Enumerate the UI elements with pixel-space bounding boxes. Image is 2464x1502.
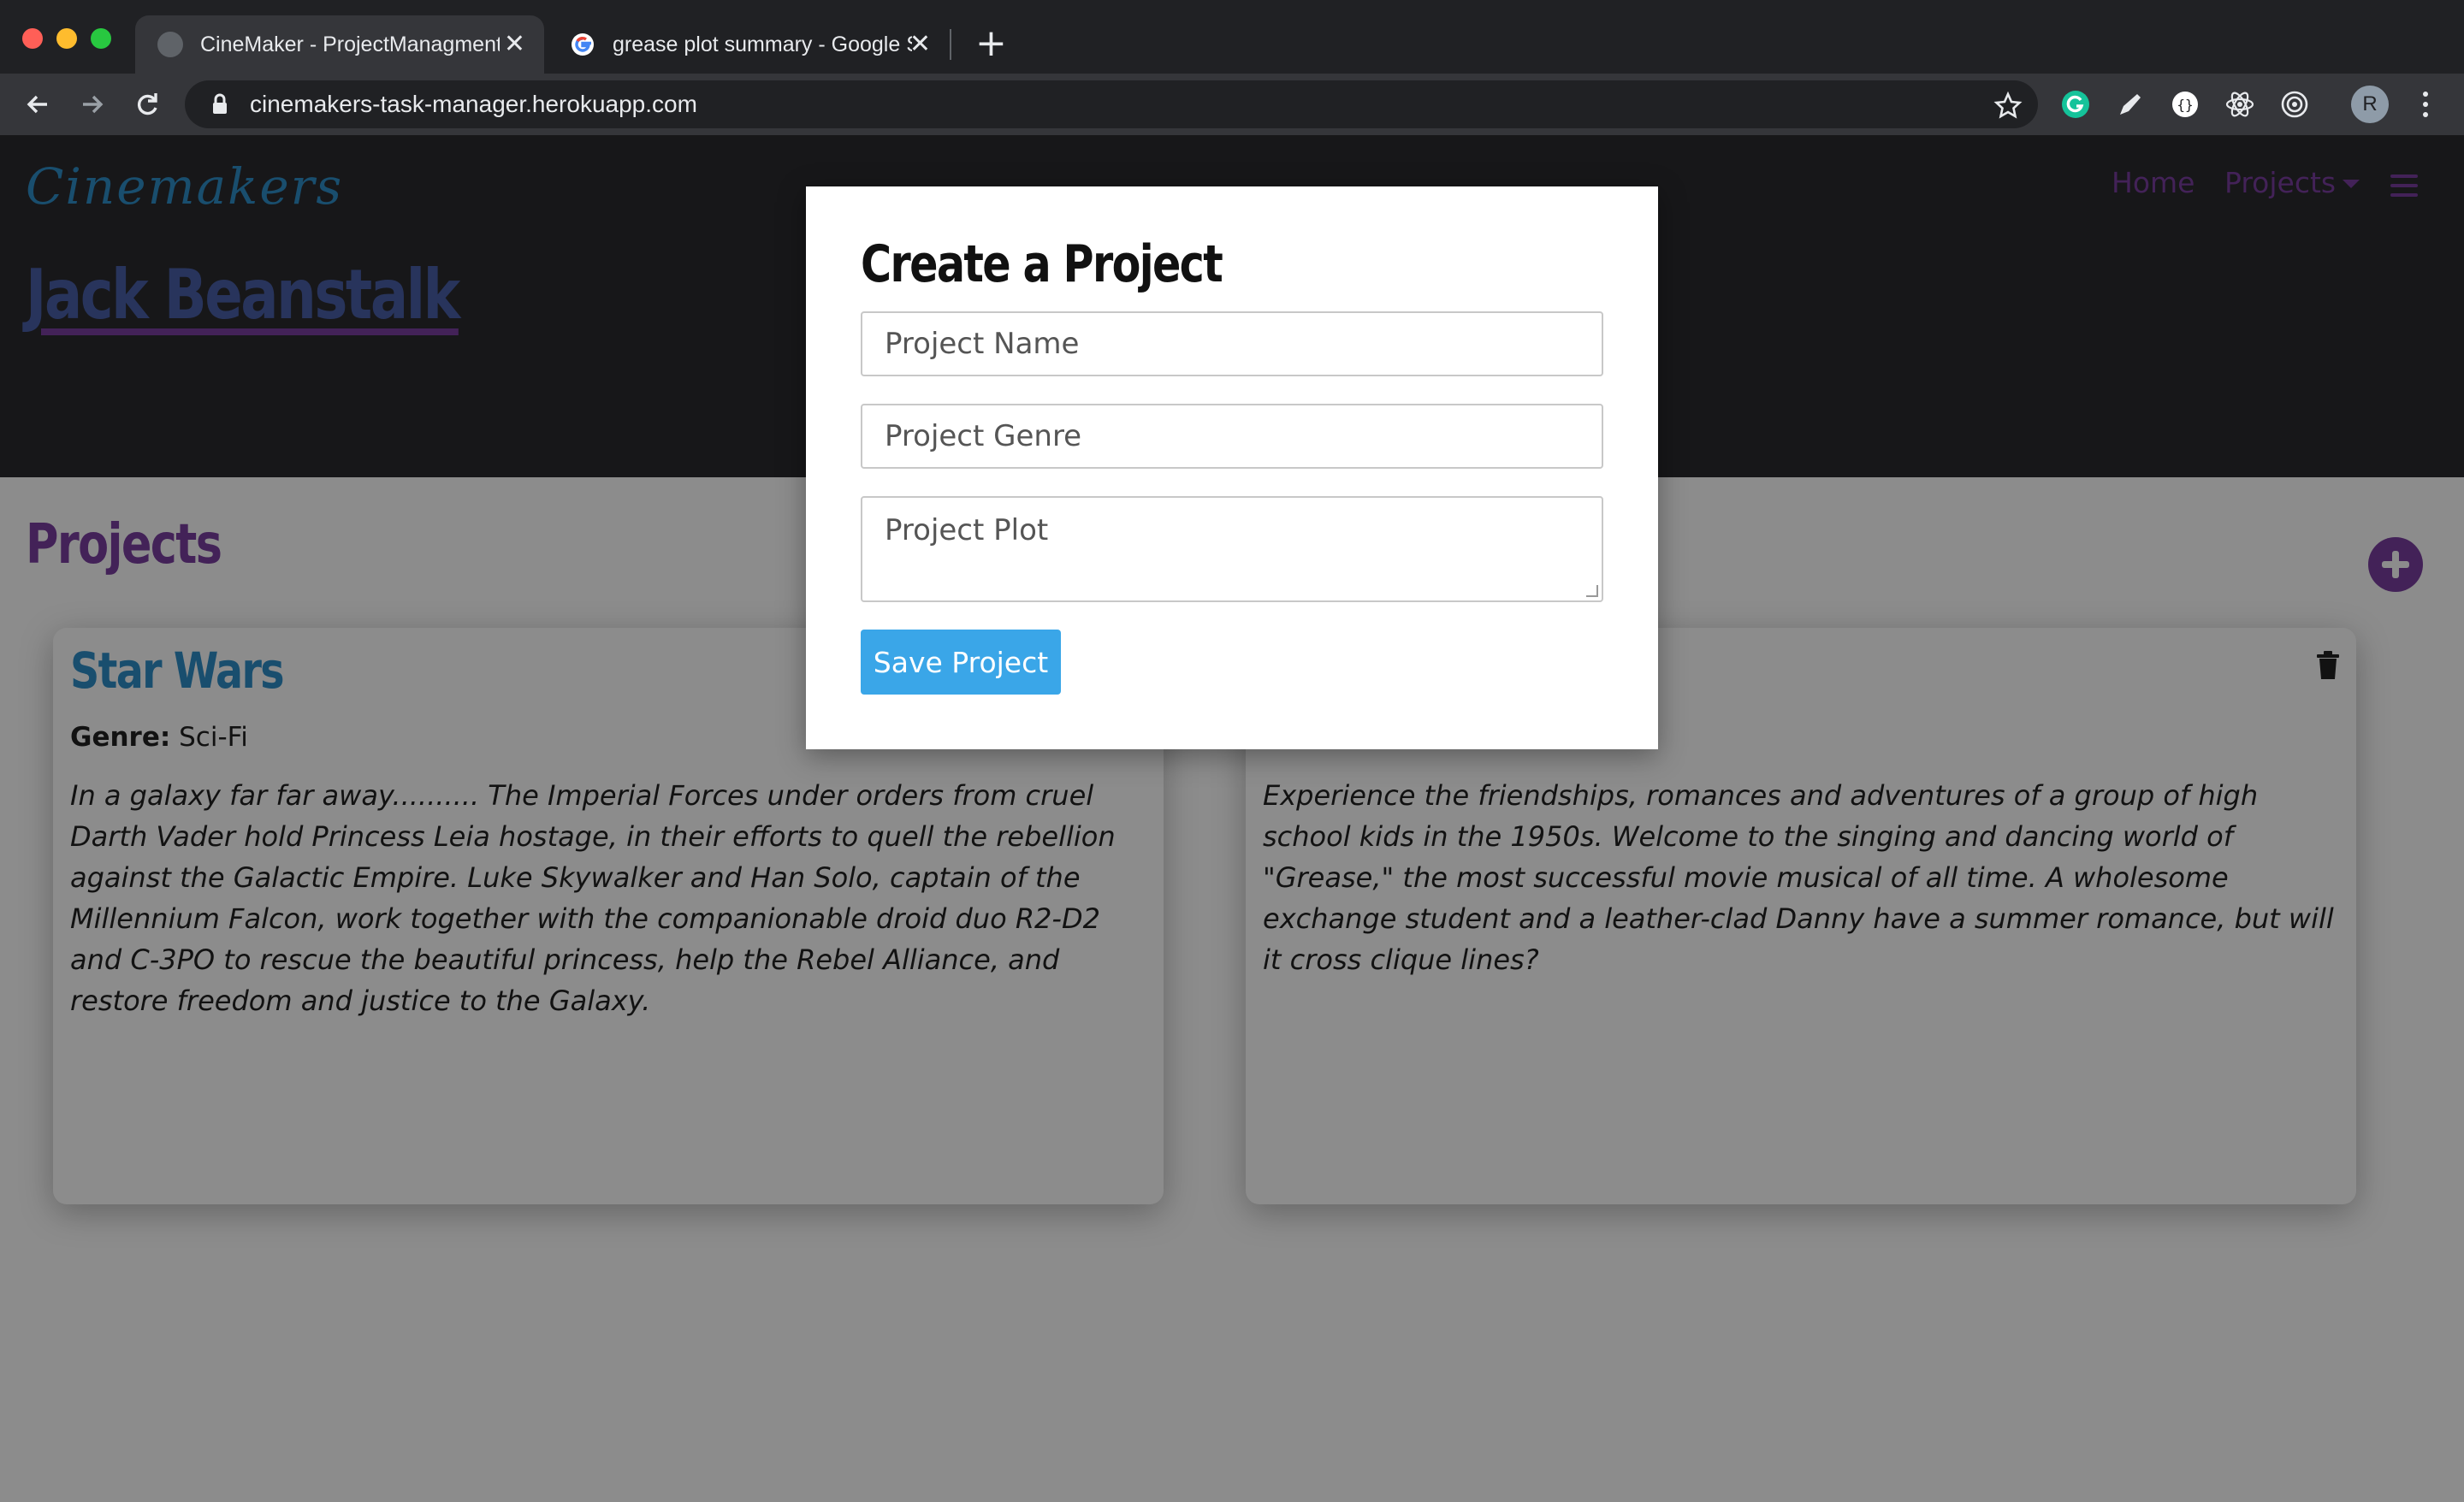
back-icon[interactable]	[14, 80, 62, 128]
pen-extension-icon[interactable]	[2112, 86, 2149, 123]
browser-toolbar: cinemakers-task-manager.herokuapp.com {}…	[0, 74, 2464, 135]
project-name-input[interactable]: Project Name	[861, 311, 1603, 376]
close-icon[interactable]: ✕	[504, 29, 525, 60]
dev-extension-icon[interactable]: {}	[2166, 86, 2204, 123]
google-icon	[570, 32, 595, 57]
create-project-modal: Create a Project Project Name Project Ge…	[806, 186, 1658, 749]
grammarly-extension-icon[interactable]	[2057, 86, 2094, 123]
svg-text:{}: {}	[2177, 97, 2193, 113]
close-window-button[interactable]	[22, 28, 43, 49]
zoom-window-button[interactable]	[91, 28, 111, 49]
resize-handle[interactable]	[1586, 585, 1598, 597]
reload-icon[interactable]	[123, 80, 171, 128]
minimize-window-button[interactable]	[56, 28, 77, 49]
globe-icon	[157, 32, 183, 57]
close-icon[interactable]: ✕	[909, 29, 931, 60]
profile-avatar[interactable]: R	[2351, 86, 2389, 123]
tab-title: CineMaker - ProjectManagment	[200, 32, 500, 56]
new-tab-icon[interactable]: +	[975, 22, 1007, 65]
react-devtools-icon[interactable]	[2221, 86, 2259, 123]
tab-google-search[interactable]: grease plot summary - Google Search ✕	[548, 15, 950, 74]
tab-separator	[950, 29, 951, 60]
target-extension-icon[interactable]	[2276, 86, 2313, 123]
lock-icon	[213, 93, 227, 114]
url-text: cinemakers-task-manager.herokuapp.com	[250, 91, 697, 117]
browser-menu-icon[interactable]	[2413, 86, 2438, 123]
save-project-button[interactable]: Save Project	[861, 630, 1061, 695]
browser-tab-bar: CineMaker - ProjectManagment ✕ grease pl…	[0, 0, 2464, 74]
web-page: Cinemakers Home Projects Jack Beanstalk …	[0, 135, 2464, 1502]
modal-title: Create a Project	[861, 234, 1223, 294]
plot-placeholder: Project Plot	[885, 513, 1049, 547]
address-bar[interactable]: cinemakers-task-manager.herokuapp.com	[185, 80, 2038, 128]
project-plot-textarea[interactable]: Project Plot	[861, 496, 1603, 602]
bookmark-star-icon[interactable]	[1993, 91, 2023, 120]
forward-icon[interactable]	[68, 80, 116, 128]
tab-cinemaker[interactable]: CineMaker - ProjectManagment ✕	[135, 15, 544, 74]
project-genre-input[interactable]: Project Genre	[861, 404, 1603, 469]
tab-title: grease plot summary - Google Search	[613, 32, 912, 56]
